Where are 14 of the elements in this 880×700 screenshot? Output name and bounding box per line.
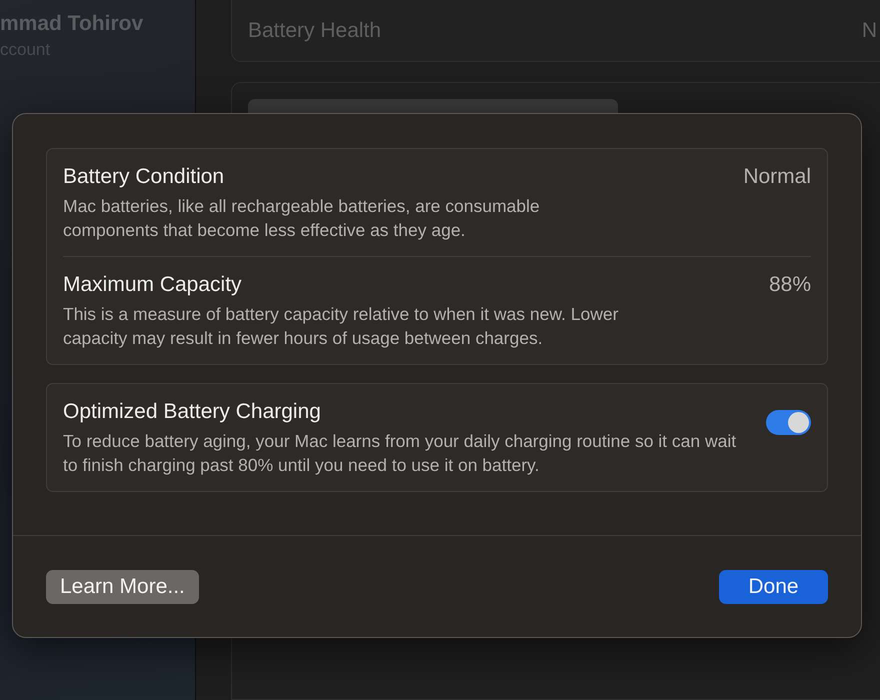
done-button[interactable]: Done [719, 570, 828, 604]
setting-title: Battery Condition [63, 165, 226, 189]
battery-health-value: N [862, 19, 877, 43]
setting-description: To reduce battery aging, your Mac learns from your daily charging routine so it can wait to finish charging past 80% until you need to use it on battery. [63, 430, 738, 477]
setting-value: 88% [768, 273, 811, 298]
toggle-switch[interactable] [766, 410, 811, 435]
setting-description: This is a measure of battery capacity relative to when it was new. Lower capacity may result in fewer hours of usage between charges. [63, 303, 620, 350]
setting-title: Maximum Capacity [63, 273, 243, 297]
setting-title: Optimized Battery Charging [63, 400, 322, 424]
user-name: mmad Tohirov [0, 12, 144, 36]
setting-value: Normal [743, 165, 811, 190]
learn-more-button[interactable]: Learn More... [46, 570, 199, 604]
battery-health-label: Battery Health [248, 19, 382, 43]
setting-description: Mac batteries, like all rechargeable batteries, are consumable components that become less effective as they age. [63, 195, 541, 242]
